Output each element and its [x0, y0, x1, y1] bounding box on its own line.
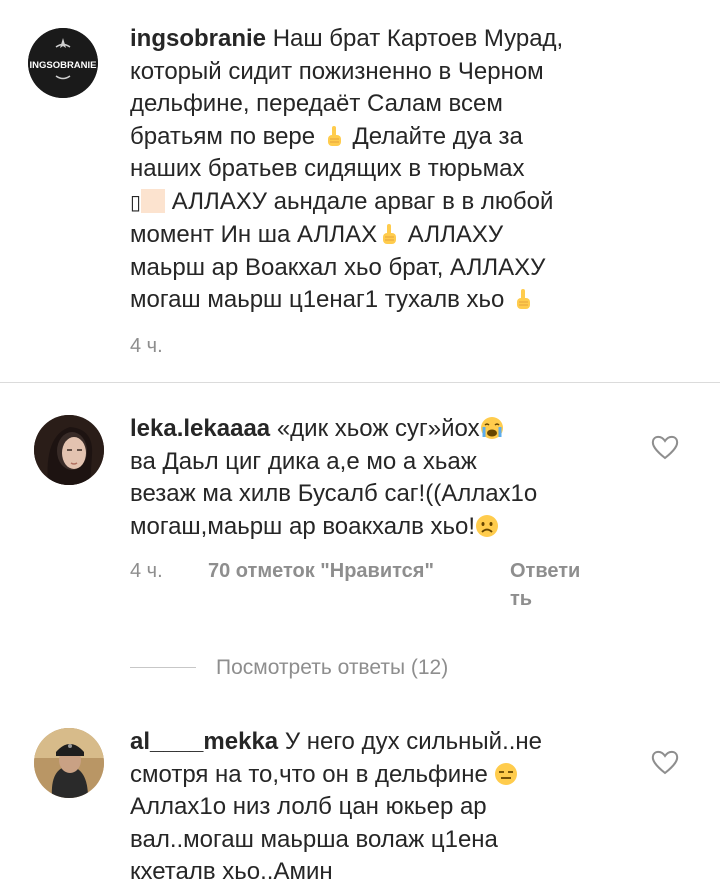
- comment-time: 4 ч.: [130, 335, 163, 357]
- skin-tone-emoji-icon: [141, 188, 166, 213]
- reply-button[interactable]: Ответи ть: [510, 557, 600, 613]
- ingsobranie-logo-icon: INGSOBRANIE: [28, 28, 98, 98]
- comment-line: который сидит пожизненно в Черном: [130, 57, 544, 85]
- reply-label: ть: [510, 588, 533, 610]
- view-replies-line: [130, 667, 196, 668]
- comment-time: 4 ч.: [130, 560, 163, 582]
- comment-line: смотря на то,что он в дельфине: [130, 760, 488, 788]
- index-pointing-up-emoji-icon: [327, 125, 341, 146]
- comment-line: АЛЛАХУ: [407, 221, 504, 248]
- comment-line: кхеталв хьо..Амин: [130, 858, 333, 885]
- likes-count[interactable]: 70 отметок "Нравится": [208, 557, 434, 585]
- comment-line: могаш,маьрш ар воакхалв хьо!: [130, 512, 476, 540]
- comment-ingsobranie: INGSOBRANIE ingsobranie Наш брат Картоев…: [0, 0, 720, 380]
- comment-line: могаш маьрш ц1енаг1 тухалв хьо: [130, 286, 505, 313]
- comment-line: АЛЛАХУ аьндале арваг в в любой: [171, 187, 554, 215]
- view-replies-label: Посмотреть ответы (12): [216, 656, 449, 679]
- comment-line: маьрш ар Воакхал хьо брат, АЛЛАХУ: [130, 253, 546, 281]
- avatar-al-mekka[interactable]: [34, 728, 104, 798]
- user-photo-icon: [34, 415, 104, 485]
- comment-line: везаж ма хилв Бусалб саг!((Аллах1о: [130, 480, 538, 507]
- comment-line: братьям по вере: [130, 122, 316, 150]
- svg-text:INGSOBRANIE: INGSOBRANIE: [29, 60, 96, 71]
- heart-outline-icon: [651, 435, 679, 460]
- comment-text: al____mekka У него дух сильный..не смотр…: [130, 726, 650, 889]
- heart-outline-icon: [651, 750, 679, 775]
- index-pointing-up-emoji-icon: [517, 289, 531, 309]
- index-pointing-up-emoji-icon: [383, 224, 397, 244]
- comment-line: «дик хьож суг»йох: [276, 415, 480, 442]
- frowning-face-emoji-icon: [476, 514, 499, 537]
- comment-al-mekka: al____mekka У него дух сильный..не смотр…: [0, 712, 720, 896]
- like-button[interactable]: [650, 748, 680, 776]
- like-button[interactable]: [650, 433, 680, 461]
- comment-line: вал..могаш маьрша волаж ц1ена: [130, 825, 498, 853]
- loudly-crying-face-emoji-icon: [480, 417, 503, 439]
- comment-line: наших братьев сидящих в тюрьмах: [130, 155, 525, 182]
- comment-line: Наш брат Картоев Мурад,: [272, 25, 564, 52]
- comment-username[interactable]: al____mekka: [130, 728, 278, 755]
- reply-label: Ответи: [510, 560, 581, 582]
- comment-line: ва Даьл циг дика а,е мо а хьаж: [130, 447, 477, 475]
- comment-line: Делайте дуа за: [352, 122, 523, 150]
- comment-line: У него дух сильный..не: [284, 728, 543, 755]
- missing-glyph-icon: ▯: [130, 191, 142, 214]
- avatar-ingsobranie[interactable]: INGSOBRANIE: [28, 28, 98, 98]
- comment-username[interactable]: leka.lekaaaa: [130, 415, 270, 442]
- comment-username[interactable]: ingsobranie: [130, 25, 266, 52]
- avatar-leka-lekaaaa[interactable]: [34, 415, 104, 485]
- expressionless-face-emoji-icon: [495, 762, 518, 785]
- view-replies-button[interactable]: Посмотреть ответы (12): [130, 652, 530, 684]
- comment-line: дельфине, передаёт Салам всем: [130, 90, 503, 117]
- comment-text: ingsobranie Наш брат Картоев Мурад, кото…: [130, 23, 710, 317]
- comment-line: момент Ин ша АЛЛАХ: [130, 221, 378, 248]
- user-photo-icon: [34, 728, 104, 798]
- comment-text: leka.lekaaaa «дик хьож суг»йох ва Даьл ц…: [130, 413, 650, 543]
- comment-line: Аллах1о низ лолб цан юкьер ар: [130, 793, 487, 820]
